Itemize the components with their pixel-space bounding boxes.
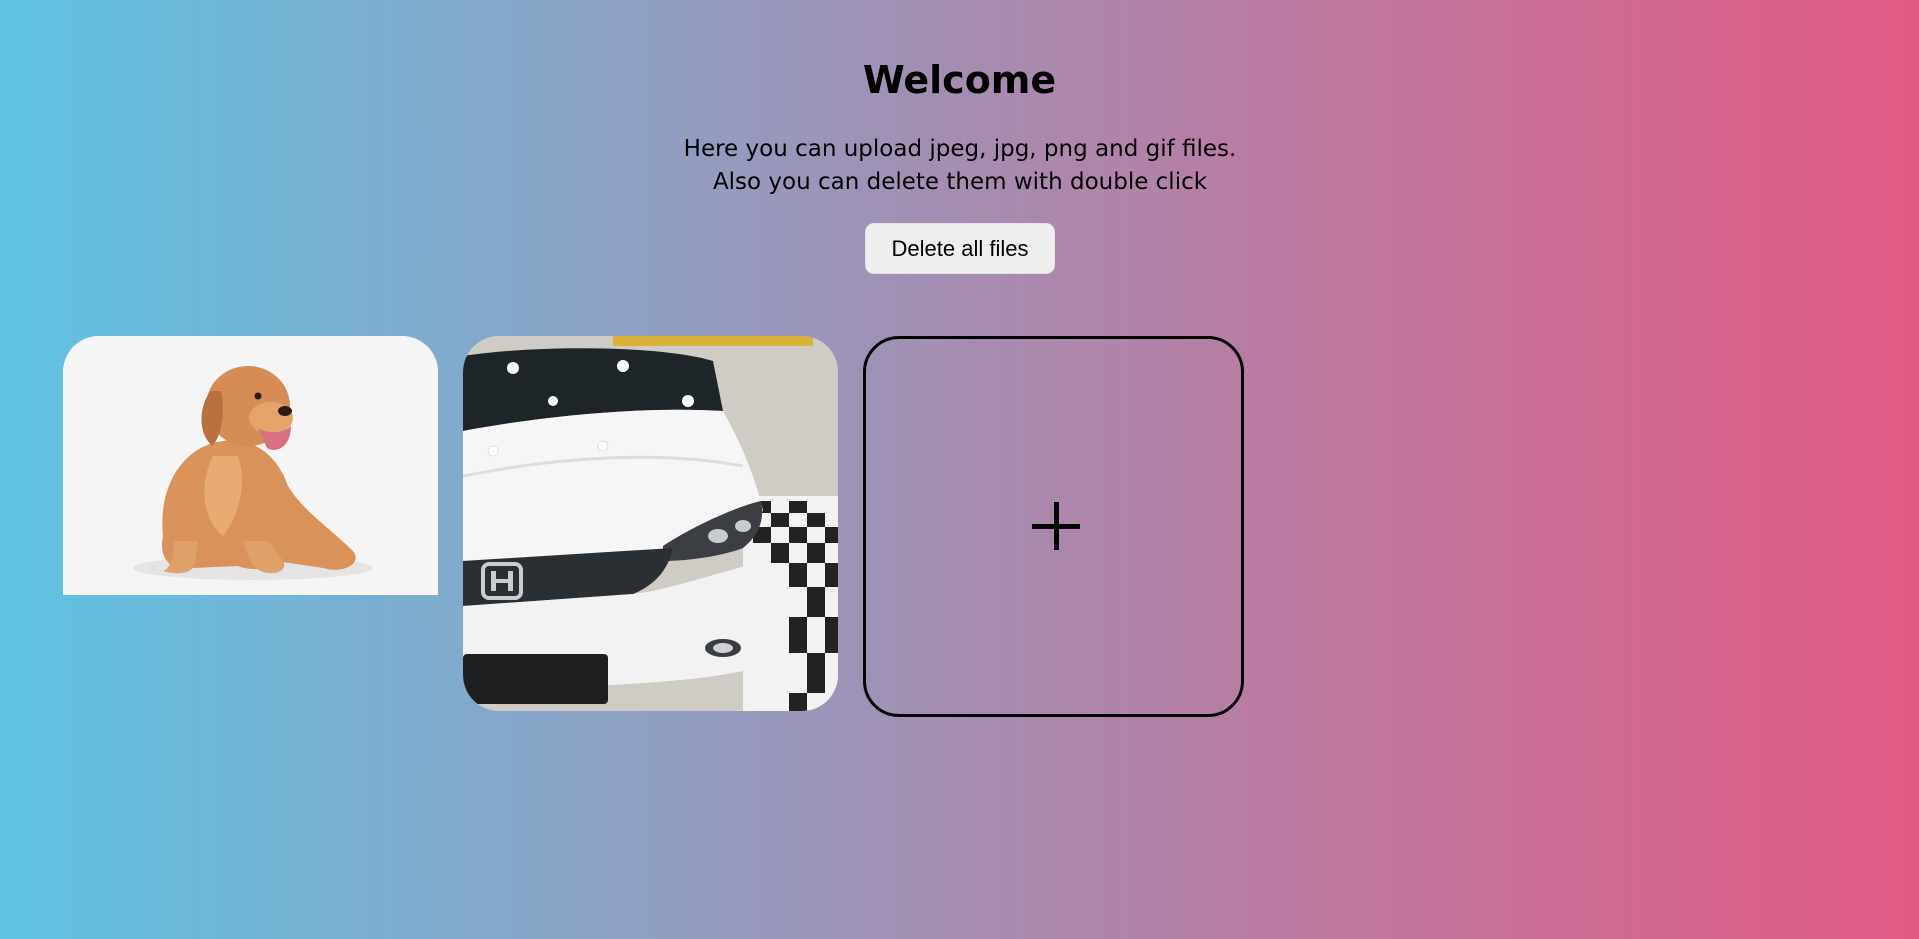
delete-all-files-button[interactable]: Delete all files [865, 223, 1055, 274]
golden-retriever-image[interactable] [63, 336, 438, 595]
add-file-button[interactable] [863, 336, 1244, 717]
car-illustration [463, 336, 838, 711]
page-title: Welcome [862, 58, 1057, 102]
plus-icon-vertical-bar [1054, 502, 1059, 550]
white-honda-car-image[interactable] [463, 336, 838, 711]
dog-illustration [63, 336, 438, 595]
page-description: Here you can upload jpeg, jpg, png and g… [683, 136, 1237, 195]
